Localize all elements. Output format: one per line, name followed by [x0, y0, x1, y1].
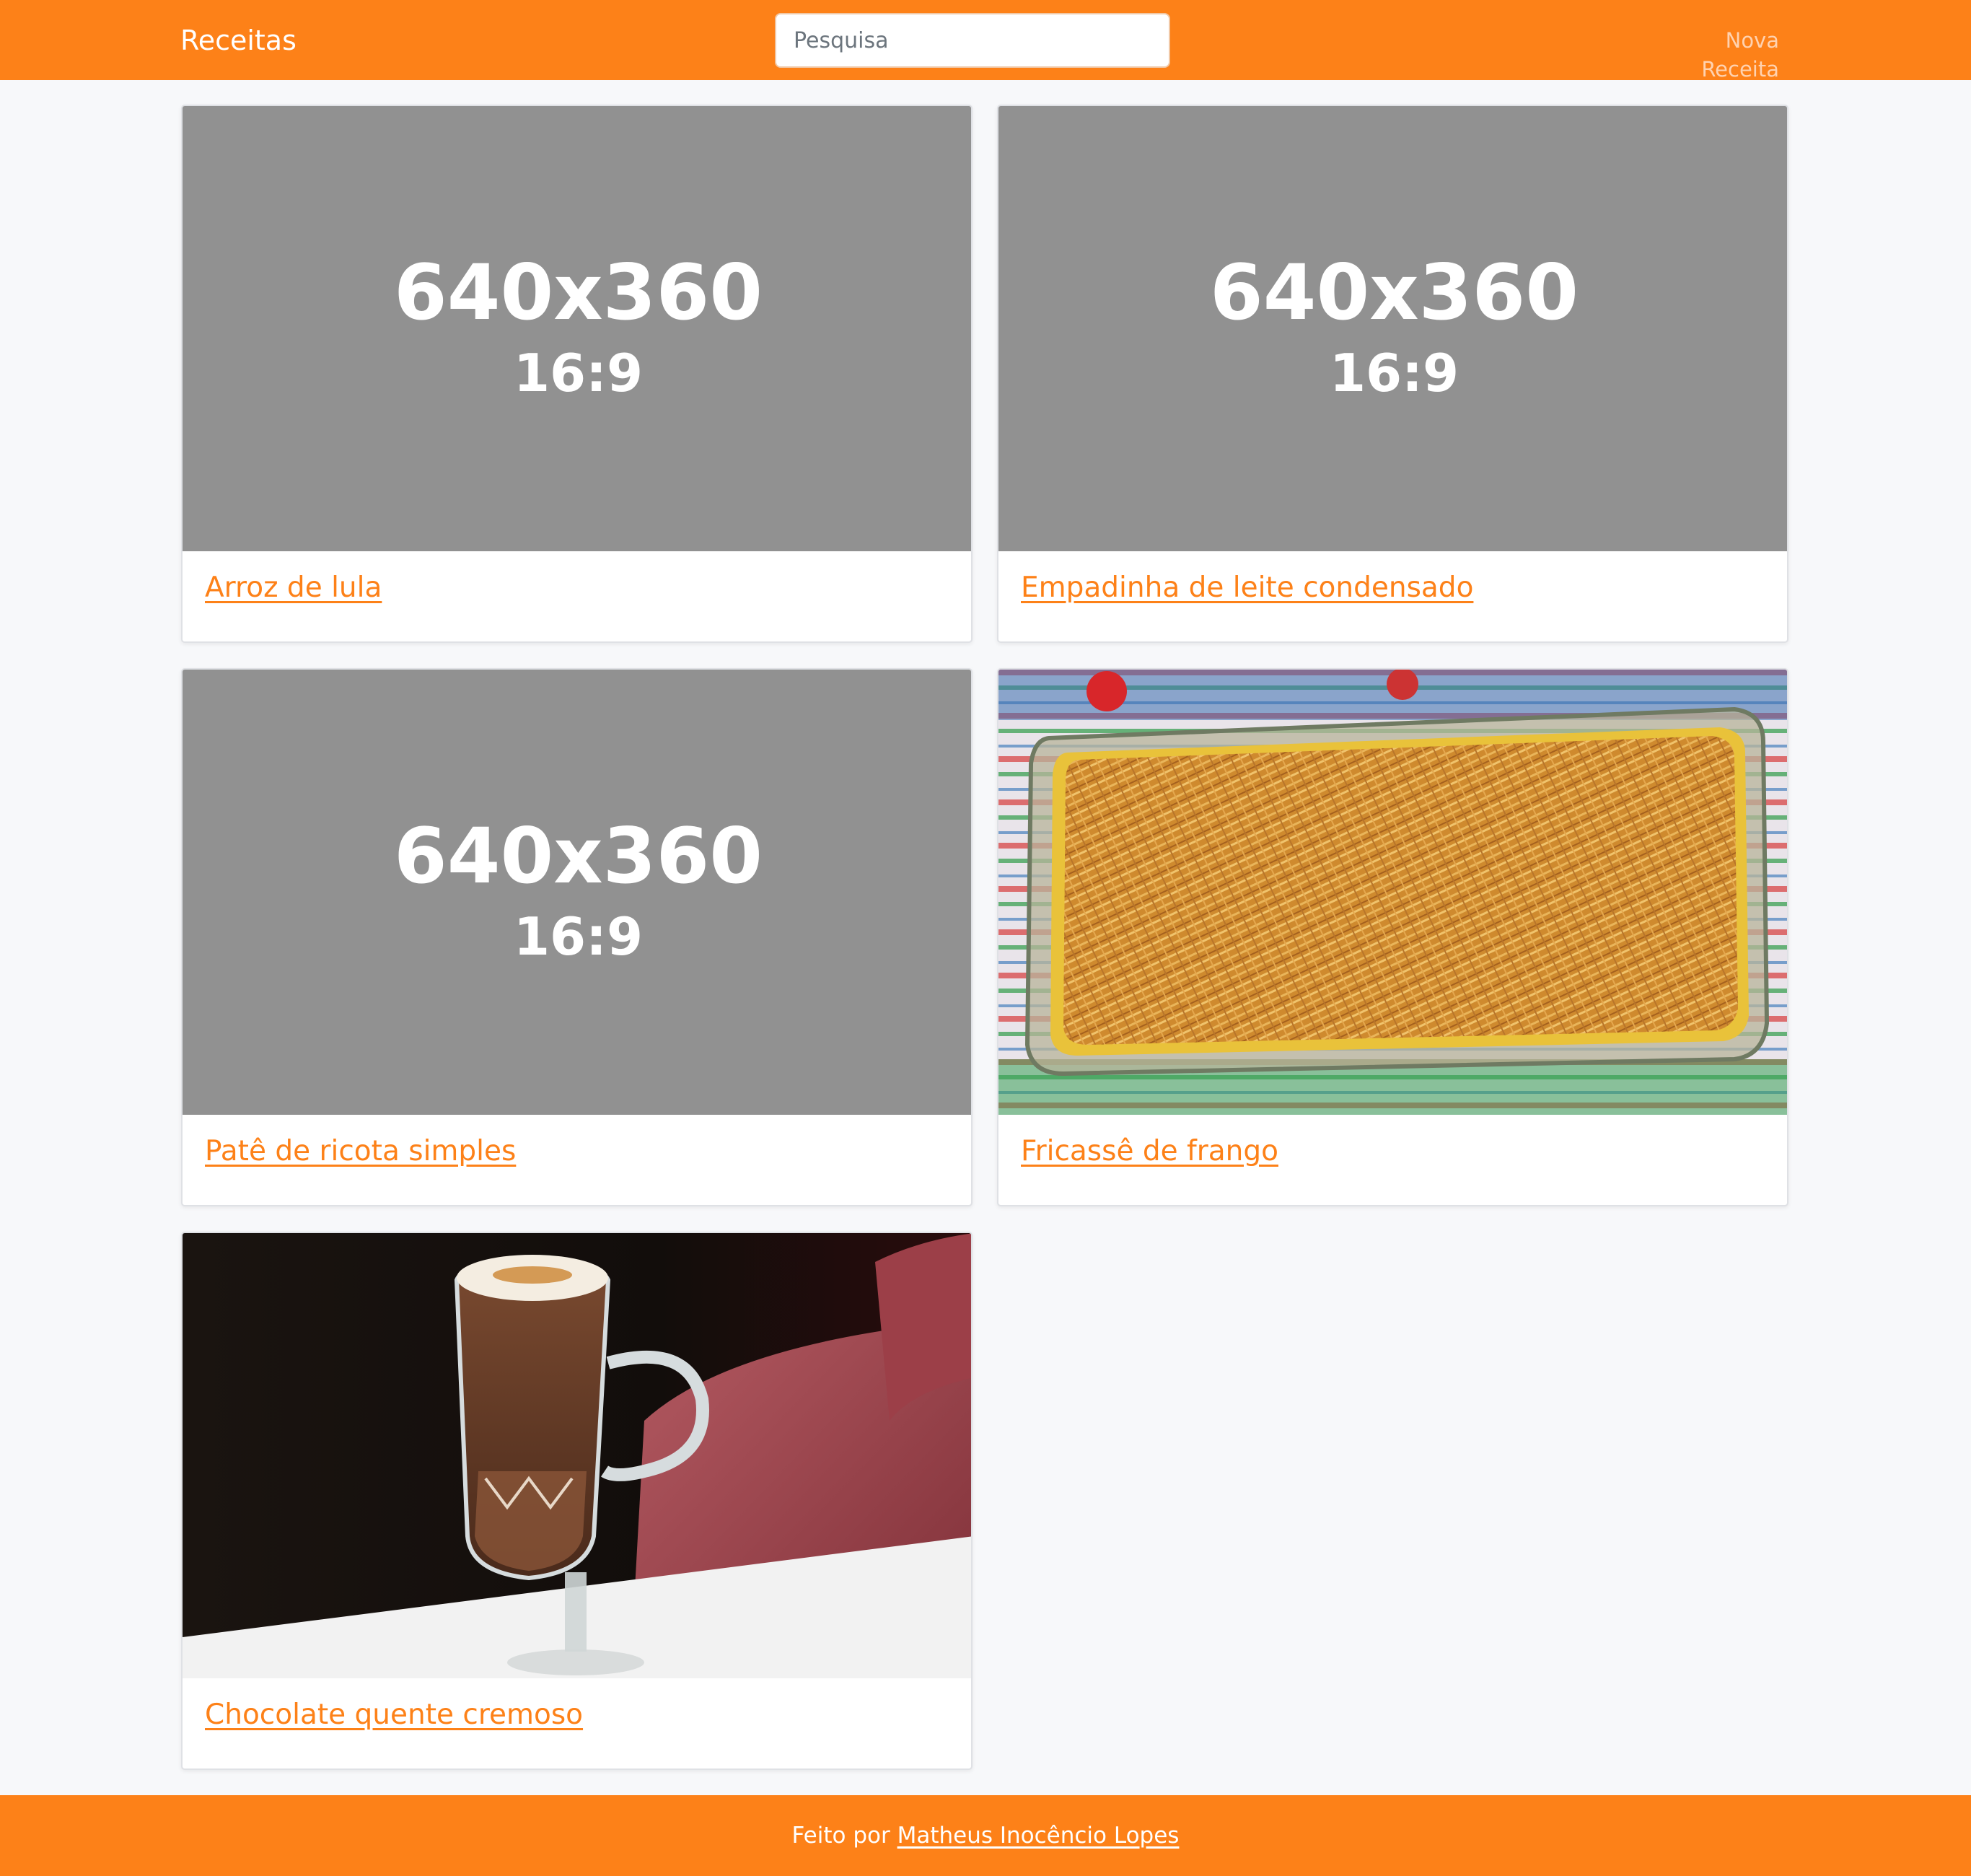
- recipe-image-placeholder: 640x360 16:9: [183, 106, 971, 551]
- new-recipe-link[interactable]: Nova Receita: [1642, 26, 1779, 84]
- brand-link[interactable]: Receitas: [180, 20, 297, 61]
- recipe-image-placeholder: 640x360 16:9: [183, 670, 971, 1115]
- recipe-image-placeholder: 640x360 16:9: [998, 106, 1787, 551]
- top-navbar: Receitas Nova Receita: [0, 0, 1971, 82]
- recipe-title-link[interactable]: Empadinha de leite condensado: [1021, 568, 1473, 608]
- casserole-photo-image: [998, 670, 1787, 1115]
- search-input[interactable]: [775, 13, 1170, 68]
- placeholder-ratio-text: 16:9: [513, 906, 644, 967]
- recipe-card: 640x360 16:9 Arroz de lula: [181, 105, 973, 643]
- hot-chocolate-photo-image: [183, 1233, 971, 1678]
- recipe-title-link[interactable]: Chocolate quente cremoso: [205, 1695, 583, 1735]
- recipe-card: 640x360 16:9 Patê de ricota simples: [181, 668, 973, 1206]
- recipe-card: Chocolate quente cremoso: [181, 1232, 973, 1770]
- recipe-title-link[interactable]: Patê de ricota simples: [205, 1131, 516, 1172]
- placeholder-dimensions-text: 640x360: [394, 811, 763, 900]
- recipe-title-link[interactable]: Fricassê de frango: [1021, 1131, 1278, 1172]
- recipe-card: Fricassê de frango: [997, 668, 1788, 1206]
- recipe-photo-casserole: [998, 670, 1787, 1115]
- placeholder-dimensions-text: 640x360: [1210, 247, 1579, 337]
- placeholder-ratio-text: 16:9: [1329, 342, 1459, 403]
- placeholder-dimensions-text: 640x360: [394, 247, 763, 337]
- page-footer: Feito por Matheus Inocêncio Lopes: [0, 1795, 1971, 1876]
- recipe-photo-hot-chocolate: [183, 1233, 971, 1678]
- author-link[interactable]: Matheus Inocêncio Lopes: [897, 1823, 1180, 1849]
- recipe-title-link[interactable]: Arroz de lula: [205, 568, 382, 608]
- recipe-card: 640x360 16:9 Empadinha de leite condensa…: [997, 105, 1788, 643]
- placeholder-ratio-text: 16:9: [513, 342, 644, 403]
- footer-prefix-text: Feito por: [791, 1823, 897, 1849]
